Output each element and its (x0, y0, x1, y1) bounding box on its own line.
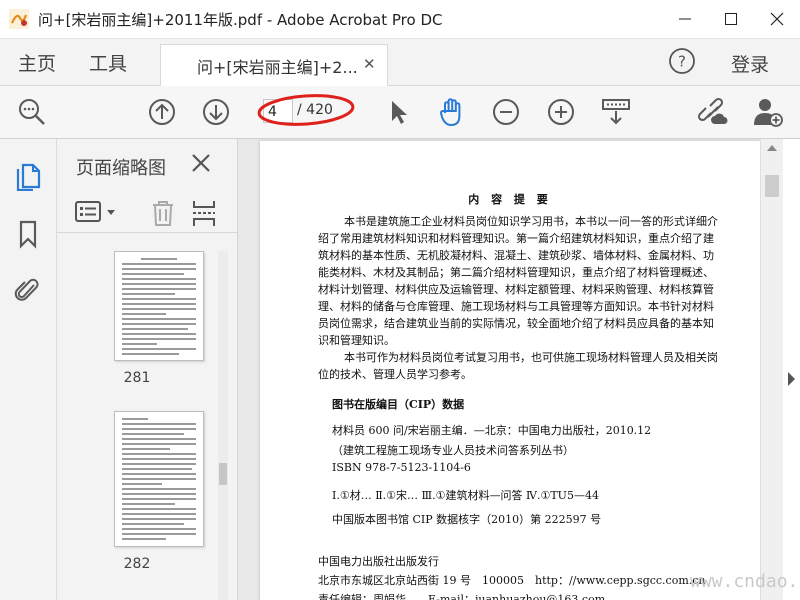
highlight-annotation (257, 94, 355, 126)
svg-text:?: ? (678, 53, 686, 71)
publisher-line: 北京市东城区北京站西街 19 号 100005 http：//www.cepp.… (318, 574, 706, 587)
tools-tab[interactable]: 工具 (89, 49, 127, 76)
page-thumbnails-icon[interactable] (14, 161, 42, 191)
summary-line: 位的技术、管理人员学习参考。 (318, 368, 472, 381)
bookmark-icon[interactable] (14, 219, 42, 249)
document-tab-label: 问+[宋岩丽主编]+2... (197, 58, 358, 77)
navigation-rail (0, 139, 57, 600)
attachment-icon[interactable] (14, 275, 42, 305)
thumbnail-page-number: 281 (123, 370, 151, 386)
page-heading: 内 容 提 要 (468, 193, 552, 206)
document-scrollbar-thumb[interactable] (765, 175, 779, 197)
home-tab[interactable]: 主页 (18, 49, 56, 76)
help-icon[interactable]: ? (668, 47, 696, 75)
watermark: www.cndao.com (690, 571, 800, 592)
summary-line: 理、材料的储备与仓库管理、施工现场材料与工具管理等方面知识。本书针对材料 (318, 300, 714, 313)
expand-right-pane-arrow-icon[interactable] (788, 372, 795, 386)
hand-tool-icon[interactable] (436, 96, 468, 128)
summary-line: 本书可作为材料员岗位考试复习用书，也可供施工现场材料管理人员及相关岗 (322, 351, 718, 364)
thumbnail-list: 281 282 (57, 251, 217, 600)
summary-line: 能类材料、木材及其制品；第二篇介绍材料管理知识，重点介绍了材料管理概述、 (318, 266, 714, 279)
thumbnail-page[interactable] (114, 411, 204, 547)
find-icon[interactable] (16, 96, 48, 128)
summary-line: 筑材料的基本性质、无机胶凝材料、混凝土、建筑砂浆、墙体材料、金属材料、功 (318, 249, 714, 262)
summary-line: 本书是建筑施工企业材料员岗位知识学习用书，本书以一问一答的形式详细介 (322, 215, 718, 228)
cip-line: Ⅰ.①材… Ⅱ.①宋… Ⅲ.①建筑材料—问答 Ⅳ.①TU5—44 (332, 489, 599, 502)
panel-scrollbar-thumb[interactable] (219, 463, 227, 485)
menu-bar: 主页 工具 ? 登录 (0, 39, 800, 86)
document-tab-close-icon[interactable]: ✕ (363, 55, 376, 73)
maximize-icon (725, 13, 737, 25)
document-scrollbar[interactable] (760, 139, 783, 600)
cip-line: ISBN 978-7-5123-1104-6 (332, 461, 471, 474)
scroll-mode-icon[interactable] (600, 96, 632, 128)
login-button[interactable]: 登录 (731, 50, 769, 77)
select-cursor-icon[interactable] (382, 96, 414, 128)
options-menu-icon[interactable] (75, 200, 119, 224)
summary-line: 员岗位需求，结合建筑业当前的实际情况，较全面地介绍了材料员应具备的基本知 (318, 317, 714, 330)
zoom-out-icon[interactable] (490, 96, 522, 128)
summary-line: 识和管理知识。 (318, 334, 395, 347)
previous-page-icon[interactable] (146, 96, 178, 128)
panel-toolbar (57, 190, 237, 233)
thumbnail-page-number: 282 (123, 556, 151, 572)
panel-title: 页面缩略图 (76, 158, 166, 179)
summary-line: 绍了常用建筑材料知识和材料管理知识。第一篇介绍建筑材料知识，重点介绍了建 (318, 232, 714, 245)
next-page-icon[interactable] (200, 96, 232, 128)
close-icon (770, 12, 784, 26)
close-window-button[interactable] (754, 0, 800, 38)
maximize-button[interactable] (708, 0, 754, 38)
cip-title: 图书在版编目（CIP）数据 (332, 398, 465, 411)
delete-icon[interactable] (150, 199, 176, 227)
add-user-icon[interactable] (752, 96, 784, 128)
cip-line: 材料员 600 问/宋岩丽主编．—北京：中国电力出版社，2010.12 (332, 424, 652, 437)
cip-line: （建筑工程施工现场专业人员技术问答系列丛书） (332, 444, 574, 457)
app-logo-icon (9, 9, 29, 29)
minimize-button[interactable] (662, 0, 708, 38)
pdf-page: 内 容 提 要 本书是建筑施工企业材料员岗位知识学习用书，本书以一问一答的形式详… (260, 141, 760, 600)
toolbar: 4 / 420 (0, 86, 800, 139)
panel-close-icon[interactable] (190, 152, 212, 174)
share-link-icon[interactable] (697, 96, 729, 128)
insert-page-icon[interactable] (191, 199, 217, 227)
scroll-up-arrow-icon[interactable] (767, 145, 777, 151)
panel-scrollbar[interactable] (218, 251, 228, 600)
publisher-line: 责任编辑：周娟华 E-mail：juanhuazhou@163.com (318, 593, 606, 600)
thumbnail-page[interactable] (114, 251, 204, 361)
summary-line: 材料计划管理、材料供应及运输管理、材料定额管理、材料采购管理、材料核算管 (318, 283, 714, 296)
document-tab[interactable]: 问+[宋岩丽主编]+2... ✕ (160, 44, 388, 86)
document-view[interactable]: 内 容 提 要 本书是建筑施工企业材料员岗位知识学习用书，本书以一问一答的形式详… (238, 139, 783, 600)
window-title: 问+[宋岩丽主编]+2011年版.pdf - Adobe Acrobat Pro… (38, 11, 443, 29)
thumbnails-panel: 页面缩略图 281 282 (57, 139, 238, 600)
title-bar: 问+[宋岩丽主编]+2011年版.pdf - Adobe Acrobat Pro… (0, 0, 800, 39)
cip-line: 中国版本图书馆 CIP 数据核字（2010）第 222597 号 (332, 513, 602, 526)
zoom-in-icon[interactable] (545, 96, 577, 128)
publisher-line: 中国电力出版社出版发行 (318, 555, 439, 568)
minimize-icon (679, 18, 691, 20)
